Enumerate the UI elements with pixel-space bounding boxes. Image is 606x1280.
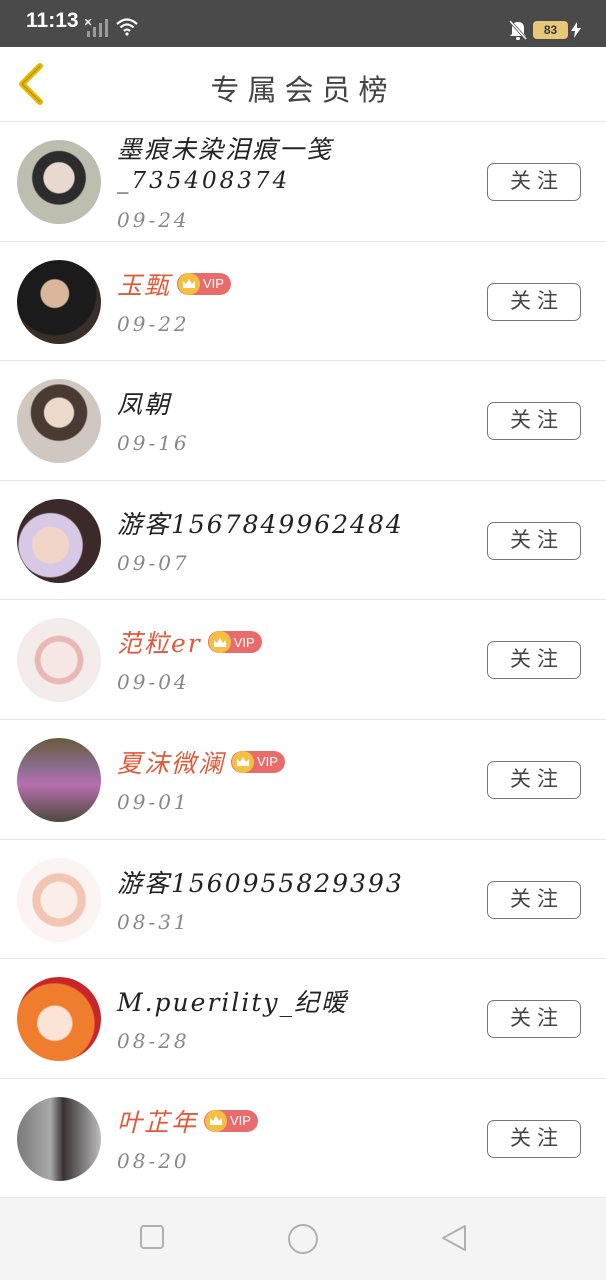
vip-label: VIP (257, 754, 278, 770)
status-bar: 11:13 83 (0, 0, 606, 47)
vip-badge: VIP (204, 1109, 258, 1132)
member-date: 09-01 (117, 789, 190, 814)
follow-button[interactable]: 关注 (487, 641, 581, 680)
signal-icon (85, 19, 108, 37)
vip-label: VIP (203, 276, 224, 292)
crown-icon (205, 1109, 228, 1132)
follow-button[interactable]: 关注 (487, 760, 581, 799)
member-name: 游客1560955829393 (117, 868, 404, 898)
list-item[interactable]: 墨痕未染泪痕一笺 _735408374 09-24 关注 (0, 122, 606, 242)
member-name: 凤朝 (117, 390, 172, 420)
avatar[interactable] (17, 737, 101, 822)
member-date: 09-07 (117, 550, 190, 575)
avatar[interactable] (17, 498, 101, 583)
follow-button[interactable]: 关注 (487, 282, 581, 321)
list-item[interactable]: 凤朝 09-16 关注 (0, 361, 606, 481)
member-date: 09-04 (117, 670, 190, 695)
member-date: 09-16 (117, 431, 190, 456)
status-time: 11:13 (26, 9, 79, 32)
follow-button[interactable]: 关注 (487, 1000, 581, 1039)
crown-icon (208, 631, 231, 654)
avatar[interactable] (17, 618, 101, 703)
avatar[interactable] (17, 1096, 101, 1181)
member-date: 09-22 (117, 311, 190, 336)
vip-label: VIP (233, 634, 255, 650)
avatar[interactable] (17, 379, 101, 464)
list-item[interactable]: 玉甄 VIP 09-22 关注 (0, 241, 606, 362)
list-item[interactable]: 游客1567849962484 09-07 关注 (0, 480, 606, 601)
vip-label: VIP (230, 1113, 251, 1129)
member-date: 09-24 (117, 208, 190, 232)
member-date: 08-31 (117, 909, 190, 934)
battery-icon: 83 (533, 21, 568, 39)
member-list: 墨痕未染泪痕一笺 _735408374 09-24 关注 玉甄 VIP 09-2… (0, 122, 606, 1199)
list-item[interactable]: 夏沫微澜 VIP 09-01 关注 (0, 719, 606, 840)
page-title: 专属会员榜 (210, 73, 396, 107)
member-name: 范粒er (117, 629, 202, 659)
member-name-continued: _735408374 (117, 168, 291, 194)
follow-button[interactable]: 关注 (487, 402, 581, 441)
charging-bolt-icon (571, 22, 581, 38)
mute-bell-icon (508, 20, 528, 40)
follow-button[interactable]: 关注 (487, 163, 581, 201)
member-name: 玉甄 (117, 270, 172, 300)
recent-apps-icon[interactable] (139, 1224, 165, 1250)
vip-badge: VIP (177, 272, 231, 295)
list-item[interactable]: M.puerility_纪暧 08-28 关注 (0, 959, 606, 1079)
list-item[interactable]: 游客1560955829393 08-31 关注 (0, 839, 606, 960)
member-name: 叶芷年 (117, 1107, 199, 1137)
list-item[interactable]: 范粒er VIP 09-04 关注 (0, 600, 606, 720)
back-icon[interactable] (440, 1224, 468, 1252)
member-date: 08-28 (117, 1029, 190, 1054)
home-icon[interactable] (287, 1223, 319, 1255)
avatar[interactable] (17, 977, 101, 1062)
member-name: 游客1567849962484 (117, 509, 404, 539)
header: 专属会员榜 (0, 47, 606, 122)
avatar[interactable] (17, 140, 101, 224)
list-item[interactable]: 叶芷年 VIP 08-20 关注 (0, 1078, 606, 1199)
follow-button[interactable]: 关注 (487, 880, 581, 919)
member-name: 墨痕未染泪痕一笺 (117, 135, 334, 164)
avatar[interactable] (17, 259, 101, 344)
wifi-icon (116, 18, 138, 36)
member-date: 08-20 (117, 1148, 190, 1173)
member-name: M.puerility_纪暧 (117, 988, 349, 1018)
crown-icon (232, 750, 255, 773)
vip-badge: VIP (207, 631, 262, 654)
avatar[interactable] (17, 857, 101, 942)
navigation-bar (0, 1198, 606, 1280)
follow-button[interactable]: 关注 (487, 521, 581, 560)
vip-badge: VIP (231, 750, 285, 773)
follow-button[interactable]: 关注 (487, 1119, 581, 1158)
crown-icon (178, 272, 201, 295)
member-name: 夏沫微澜 (117, 748, 226, 778)
